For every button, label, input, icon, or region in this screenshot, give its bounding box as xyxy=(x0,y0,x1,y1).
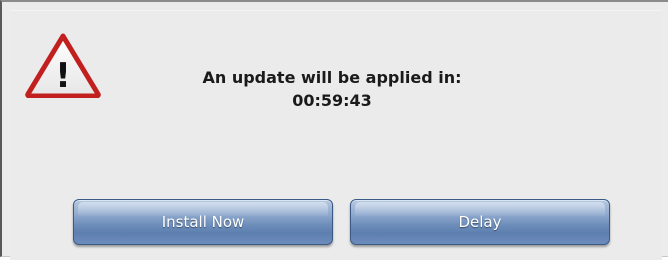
delay-button[interactable]: Delay xyxy=(350,199,610,245)
install-now-label: Install Now xyxy=(161,213,245,231)
update-message: An update will be applied in: 00:59:43 xyxy=(132,66,532,112)
update-dialog: ! An update will be applied in: 00:59:43… xyxy=(0,0,668,260)
message-text: An update will be applied in: xyxy=(202,68,462,87)
delay-label: Delay xyxy=(458,213,502,231)
warning-icon: ! xyxy=(25,33,101,98)
install-now-button[interactable]: Install Now xyxy=(73,199,333,245)
countdown-timer: 00:59:43 xyxy=(292,91,372,110)
warning-glyph: ! xyxy=(55,56,71,96)
